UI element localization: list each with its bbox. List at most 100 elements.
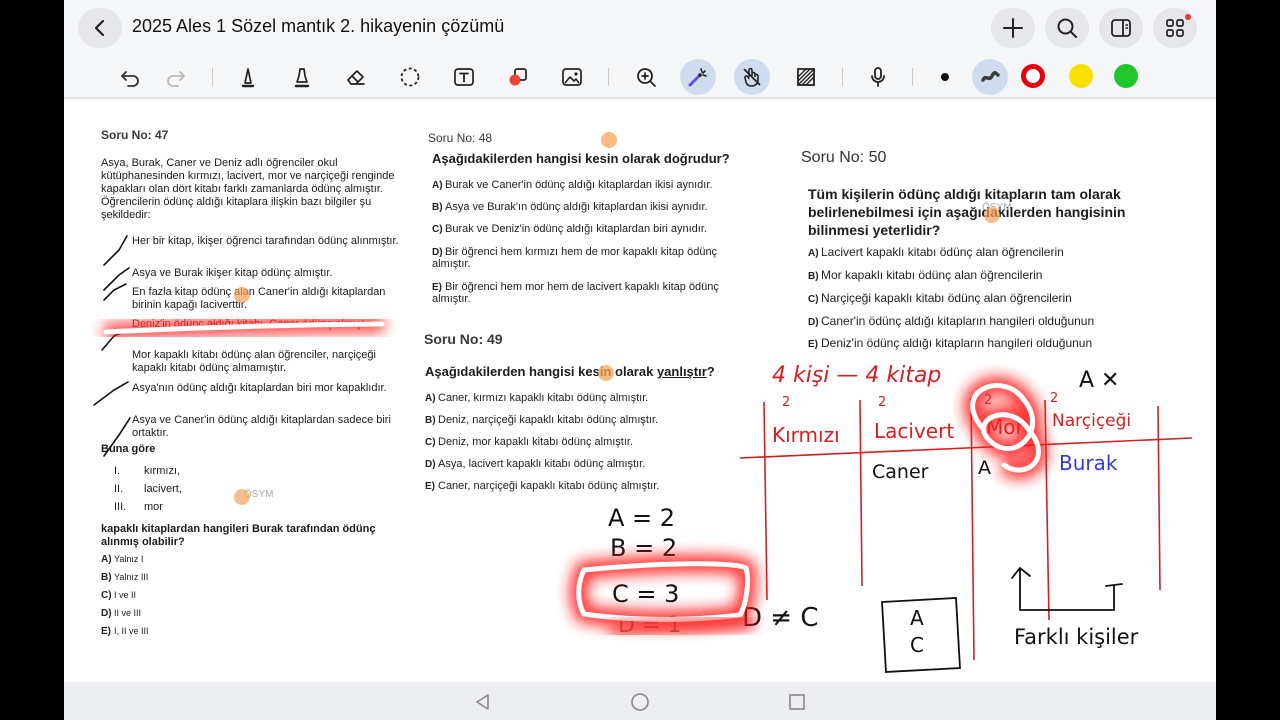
document-page[interactable]: Soru No: 47 Asya, Burak, Caner ve Deniz … <box>64 100 1216 682</box>
option-text: Bir öğrenci hem mor hem de lacivert kapa… <box>432 281 719 305</box>
text-tool[interactable] <box>446 59 482 95</box>
option-text: Deniz, narçiçeği kapaklı kitabı ödünç al… <box>438 414 659 426</box>
answer-option[interactable]: E) Deniz'in ödünç aldığı kitapların hangi… <box>808 336 1092 350</box>
question-50-number: Soru No: 50 <box>801 149 887 166</box>
answer-option[interactable]: C) Deniz, mor kapaklı kitabı ödünç almışt… <box>425 436 633 448</box>
pen-size-small[interactable] <box>927 59 963 95</box>
pen-icon <box>241 68 255 88</box>
answer-option[interactable]: E) Caner, narçiçeği kapaklı kitabı ödünç … <box>425 480 659 492</box>
option-letter: D) <box>432 247 443 258</box>
roman-numeral: I. <box>114 465 121 477</box>
chevron-left-icon <box>94 19 105 37</box>
equation: D ≠ C <box>742 603 819 633</box>
question-47-body: Asya, Burak, Caner ve Deniz adlı öğrenci… <box>101 157 395 221</box>
option-text: Burak ve Deniz'in ödünç aldığı kitaplard… <box>445 223 707 235</box>
option-text: II ve III <box>114 608 142 618</box>
answer-option[interactable]: D) II ve III <box>101 608 141 619</box>
back-button[interactable] <box>78 8 122 48</box>
answer-option[interactable]: C) Narçiçeği kapaklı kitabı ödünç alan öğ… <box>808 291 1072 305</box>
highlighter-tool[interactable] <box>284 59 320 95</box>
microphone-button[interactable] <box>860 59 896 95</box>
shape-tool[interactable] <box>500 59 536 95</box>
eraser-tool[interactable] <box>338 59 374 95</box>
circle-home-icon <box>631 693 649 711</box>
laser-pointer-icon <box>688 68 707 87</box>
option-letter: A) <box>432 180 443 191</box>
option-text: Caner, narçiçeği kapaklı kitabı ödünç al… <box>438 480 660 492</box>
color-swatch-green[interactable] <box>1114 64 1138 88</box>
nav-recents-button[interactable] <box>786 691 808 713</box>
search-button[interactable] <box>1045 8 1089 48</box>
note-farkli: Farklı kişiler <box>1014 625 1139 649</box>
hatch-fill-icon <box>797 68 815 86</box>
answer-option[interactable]: B) Deniz, narçiçeği kapaklı kitabı ödünç … <box>425 414 658 426</box>
redo-button[interactable] <box>158 59 194 95</box>
touch-draw-toggle[interactable] <box>734 59 770 95</box>
question-49-number: Soru No: 49 <box>424 331 503 347</box>
pen-tool[interactable] <box>230 59 266 95</box>
pen-size-stroke[interactable] <box>972 59 1008 95</box>
answer-option[interactable]: A) Lacivert kapaklı kitabı ödünç alan öğr… <box>808 245 1064 259</box>
answer-option[interactable]: A) Caner, kırmızı kapaklı kitabı ödünç al… <box>425 392 648 404</box>
answer-option[interactable]: C) I ve II <box>101 590 136 601</box>
add-button[interactable] <box>991 8 1035 48</box>
box-letter: C <box>910 633 924 657</box>
option-letter: E) <box>101 626 111 637</box>
answer-option[interactable]: B) Yalnız III <box>101 572 148 583</box>
equation: D = 1 <box>618 613 681 638</box>
option-letter: D) <box>101 608 112 619</box>
apps-menu-button[interactable] <box>1153 8 1197 48</box>
question-47-fact: Asya ve Burak ikişer kitap ödünç almıştı… <box>132 267 333 279</box>
question-47-fact: En fazla kitap ödünç alan Caner'in aldığ… <box>132 286 386 311</box>
image-tool[interactable] <box>554 59 590 95</box>
fill-pattern-tool[interactable] <box>788 59 824 95</box>
question-49-prompt: Aşağıdakilerden hangisi kesin olarak yan… <box>425 364 715 380</box>
answer-option[interactable]: D) Bir öğrenci hem kırmızı hem de mor kap… <box>432 246 732 270</box>
answer-option[interactable]: B) Asya ve Burak'ın ödünç aldığı kitaplar… <box>432 201 708 213</box>
laser-glow <box>963 376 1048 479</box>
osym-watermark: ÖSYM <box>982 202 1012 213</box>
laser-glow <box>609 615 755 637</box>
answer-option[interactable]: C) Burak ve Deniz'in ödünç aldığı kitapla… <box>432 223 707 235</box>
nav-home-button[interactable] <box>629 691 651 713</box>
redo-icon <box>167 71 185 87</box>
color-swatch-red[interactable] <box>1021 64 1045 88</box>
option-text: Mor kapaklı kitabı ödünç alan öğrenciler… <box>821 268 1043 282</box>
count-two: 2 <box>984 393 992 408</box>
option-text: Caner'in ödünç aldığı kitapların hangile… <box>821 314 1095 328</box>
undo-button[interactable] <box>112 59 148 95</box>
prompt-text: Aşağıdakilerden hangisi kesin olarak <box>425 364 657 379</box>
notification-dot <box>1185 14 1191 20</box>
drawing-toolbar <box>64 56 1216 98</box>
answer-option[interactable]: A) Burak ve Caner'in ödünç aldığı kitapla… <box>432 179 712 191</box>
option-letter: D) <box>425 459 436 470</box>
lasso-tool[interactable] <box>392 59 428 95</box>
answer-option[interactable]: E) I, II ve III <box>101 626 149 637</box>
answer-option[interactable]: D) Asya, lacivert kapaklı kitabı ödünç al… <box>425 458 645 470</box>
answer-option[interactable]: E) Bir öğrenci hem mor hem de lacivert ka… <box>432 281 732 305</box>
note-top: 4 kişi — 4 kitap <box>772 363 941 388</box>
question-47-number: Soru No: 47 <box>101 128 169 142</box>
nav-back-button[interactable] <box>472 691 494 713</box>
column-label: Mor <box>986 415 1024 439</box>
answer-option[interactable]: B) Mor kapaklı kitabı ödünç alan öğrencil… <box>808 268 1042 282</box>
option-letter: B) <box>101 572 112 583</box>
option-letter: C) <box>432 224 443 235</box>
option-letter: B) <box>432 202 443 213</box>
option-letter: E) <box>808 339 818 350</box>
page-title: 2025 Ales 1 Sözel mantık 2. hikayenin çö… <box>132 16 505 36</box>
option-text: Burak ve Caner'in ödünç aldığı kitaplard… <box>445 179 713 191</box>
dot-size-icon <box>941 73 949 81</box>
option-text: Yalnız III <box>114 572 149 582</box>
option-letter: D) <box>808 317 819 328</box>
option-text: Caner, kırmızı kapaklı kitabı ödünç almı… <box>438 392 649 404</box>
question-47-fact: Asya ve Caner'in ödünç aldığı kitaplarda… <box>132 414 391 439</box>
cell-asya: A <box>978 457 991 479</box>
laser-pointer-tool[interactable] <box>680 59 716 95</box>
answer-option[interactable]: D) Caner'in ödünç aldığı kitapların hangi… <box>808 314 1094 328</box>
zoom-tool[interactable] <box>628 59 664 95</box>
color-swatch-yellow[interactable] <box>1069 64 1093 88</box>
answer-option[interactable]: A) Yalnız I <box>101 554 143 565</box>
panel-toggle-button[interactable] <box>1099 8 1143 48</box>
zoom-in-icon <box>637 68 656 87</box>
